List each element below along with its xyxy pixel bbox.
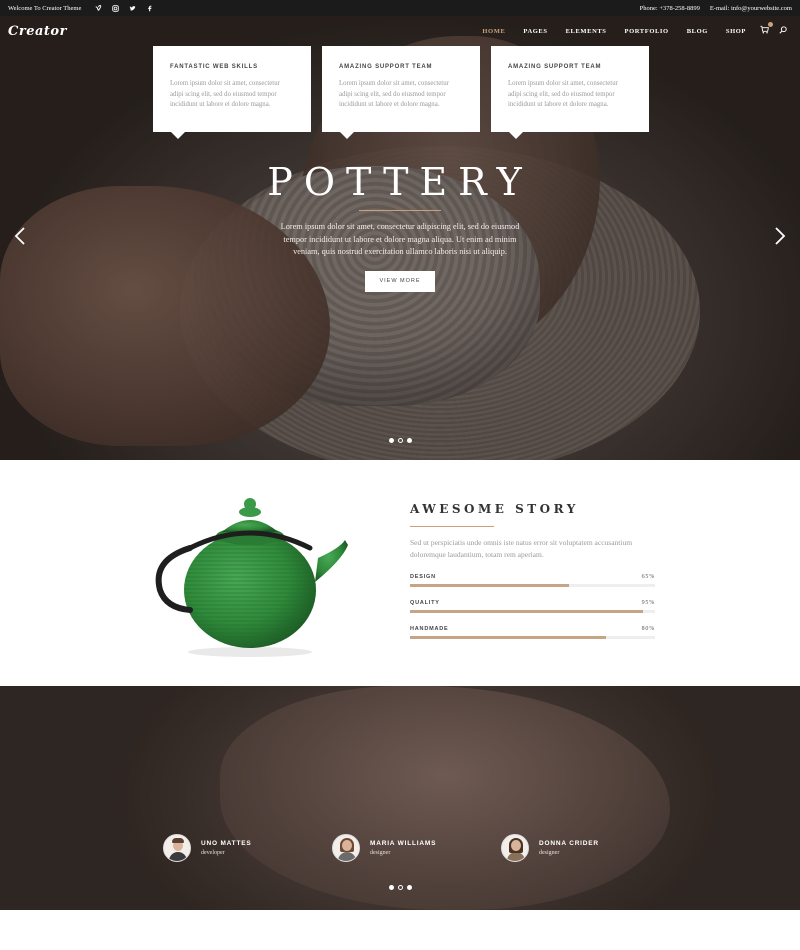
testimonial-cards: FANTASTIC WEB SKILLS Lorem ipsum dolor s… xyxy=(153,46,649,139)
progress-bar xyxy=(410,636,655,639)
progress-fill xyxy=(410,636,606,639)
story-divider xyxy=(410,526,494,527)
testimonial-slider-dots xyxy=(0,885,800,890)
menu: HOME PAGES ELEMENTS PORTFOLIO BLOG SHOP xyxy=(473,22,792,37)
skill-percent: 65% xyxy=(641,574,655,580)
skill-percent: 95% xyxy=(641,600,655,606)
skill-handmade: HANDMADE 80% xyxy=(410,626,655,639)
email-text: E-mail: info@yourwebsite.com xyxy=(709,4,792,12)
avatar xyxy=(501,834,529,862)
nav-item-elements[interactable]: ELEMENTS xyxy=(557,28,616,35)
skill-label: DESIGN xyxy=(410,574,436,580)
testimonial-card: AMAZING SUPPORT TEAM Lorem ipsum dolor s… xyxy=(322,46,480,139)
slider-dot-active[interactable] xyxy=(397,438,403,443)
testimonial-title: AMAZING SUPPORT TEAM xyxy=(508,64,602,70)
testimonial-text: Lorem ipsum dolor sit amet, consectetur … xyxy=(508,80,618,108)
contact-info: Phone: +378-258-8899 E-mail: info@yourwe… xyxy=(640,5,792,12)
nav-item-home[interactable]: HOME xyxy=(473,28,514,35)
testimonial-authors: UNO MATTES developer MARIA WILLIAMS desi… xyxy=(163,834,670,862)
testimonial-author: DONNA CRIDER designer xyxy=(501,834,670,862)
nav-item-shop[interactable]: SHOP xyxy=(717,28,755,35)
teapot-image xyxy=(155,498,348,657)
testimonials-section xyxy=(0,686,800,910)
welcome-text: Welcome To Creator Theme xyxy=(8,4,82,12)
testimonial-title: AMAZING SUPPORT TEAM xyxy=(339,64,433,70)
slider-dot-active[interactable] xyxy=(397,885,403,890)
view-more-button[interactable]: VIEW MORE xyxy=(365,270,435,292)
slider-dot[interactable] xyxy=(388,885,394,890)
author-name: DONNA CRIDER xyxy=(539,840,599,847)
testimonial-text: Lorem ipsum dolor sit amet, consectetur … xyxy=(170,80,280,108)
skill-design: DESIGN 65% xyxy=(410,574,655,587)
skill-bars: DESIGN 65% QUALITY 95% HANDMADE 80% xyxy=(410,574,655,639)
hero-slider-dots xyxy=(0,438,800,443)
author-role: designer xyxy=(370,850,391,856)
cart-icon[interactable] xyxy=(755,22,774,37)
page-bottom xyxy=(0,910,800,950)
site-logo[interactable]: Creator xyxy=(8,24,67,39)
progress-bar xyxy=(410,584,655,587)
skill-label: HANDMADE xyxy=(410,626,449,632)
nav-item-portfolio[interactable]: PORTFOLIO xyxy=(616,28,678,35)
progress-fill xyxy=(410,584,570,587)
story-title: AWESOME STORY xyxy=(410,502,579,516)
main-navigation: Creator HOME PAGES ELEMENTS PORTFOLIO BL… xyxy=(0,16,800,46)
vimeo-icon[interactable] xyxy=(95,4,102,12)
cart-count-badge xyxy=(768,22,773,27)
testimonial-card: FANTASTIC WEB SKILLS Lorem ipsum dolor s… xyxy=(153,46,311,139)
progress-fill xyxy=(410,610,643,613)
story-content: AWESOME STORY Sed ut perspiciatis unde o… xyxy=(410,502,655,652)
prev-slide-arrow-icon[interactable] xyxy=(14,226,26,251)
avatar xyxy=(332,834,360,862)
author-role: developer xyxy=(201,850,225,856)
hero-content: POTTERY Lorem ipsum dolor sit amet, cons… xyxy=(0,160,800,292)
testimonial-author: UNO MATTES developer xyxy=(163,834,332,862)
instagram-icon[interactable] xyxy=(112,4,120,12)
hero-title: POTTERY xyxy=(267,160,533,204)
author-name: UNO MATTES xyxy=(201,840,252,847)
slider-dot[interactable] xyxy=(406,885,412,890)
nav-item-pages[interactable]: PAGES xyxy=(514,28,556,35)
skill-label: QUALITY xyxy=(410,600,440,606)
story-text: Sed ut perspiciatis unde omnis iste natu… xyxy=(410,538,633,559)
nav-item-blog[interactable]: BLOG xyxy=(678,28,717,35)
hero-divider xyxy=(359,210,441,211)
author-role: designer xyxy=(539,850,560,856)
skill-quality: QUALITY 95% xyxy=(410,600,655,613)
testimonial-title: FANTASTIC WEB SKILLS xyxy=(170,64,258,70)
facebook-icon[interactable] xyxy=(146,5,153,12)
hero-text: Lorem ipsum dolor sit amet, consectetur … xyxy=(280,222,520,257)
phone-text: Phone: +378-258-8899 xyxy=(639,4,700,12)
story-section: AWESOME STORY Sed ut perspiciatis unde o… xyxy=(0,460,800,686)
next-slide-arrow-icon[interactable] xyxy=(774,226,786,251)
progress-bar xyxy=(410,610,655,613)
avatar xyxy=(163,834,191,862)
search-icon[interactable] xyxy=(774,25,792,37)
testimonial-card: AMAZING SUPPORT TEAM Lorem ipsum dolor s… xyxy=(491,46,649,139)
testimonial-text: Lorem ipsum dolor sit amet, consectetur … xyxy=(339,80,449,108)
testimonial-author: MARIA WILLIAMS designer xyxy=(332,834,501,862)
twitter-icon[interactable] xyxy=(129,5,136,12)
author-name: MARIA WILLIAMS xyxy=(370,840,437,847)
top-bar: Welcome To Creator Theme Phone: +378-258… xyxy=(0,0,800,16)
social-links xyxy=(95,4,153,12)
slider-dot[interactable] xyxy=(406,438,412,443)
slider-dot[interactable] xyxy=(388,438,394,443)
skill-percent: 80% xyxy=(641,626,655,632)
